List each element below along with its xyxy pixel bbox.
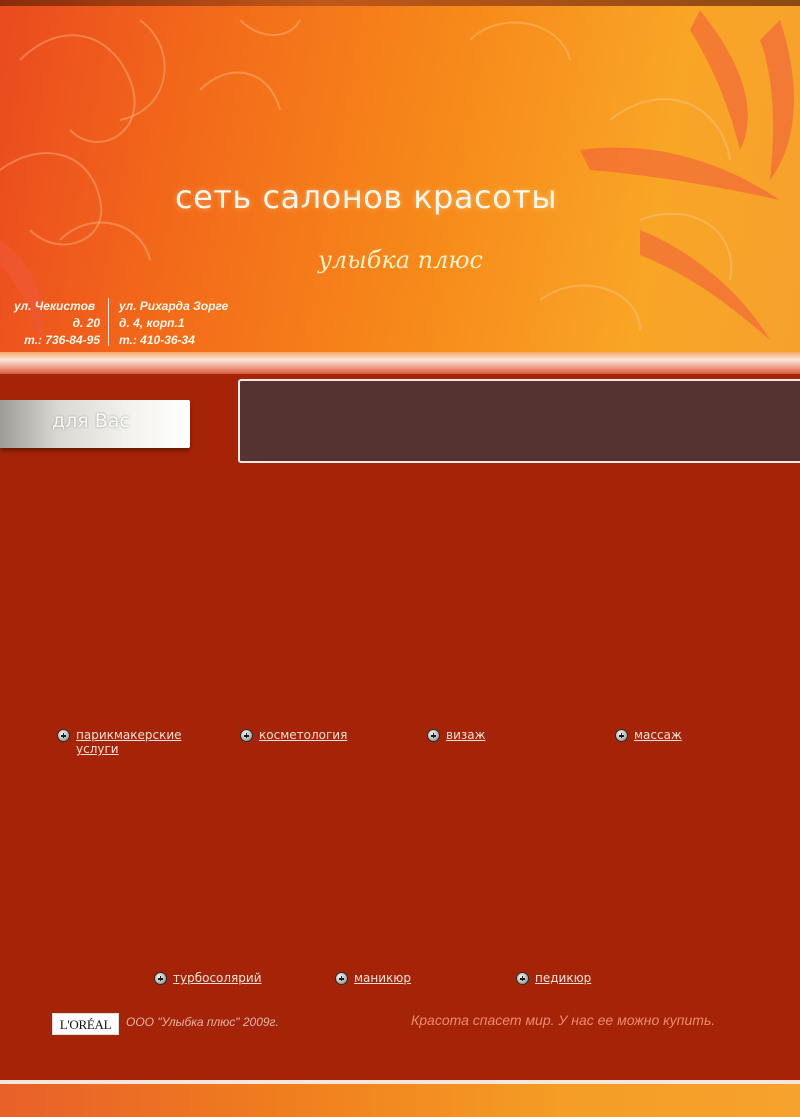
address-house: д. 4, корп.1	[119, 316, 185, 330]
footer-strip	[0, 1084, 800, 1117]
nav-cosmetology[interactable]: косметология	[259, 728, 347, 742]
plus-circle-icon[interactable]	[615, 729, 628, 742]
slogan-text: Красота спасет мир. У нас ее можно купит…	[411, 1012, 716, 1028]
nav-manicure[interactable]: маникюр	[354, 971, 411, 985]
address-street: ул. Чекистов	[14, 299, 96, 313]
nav-massage[interactable]: массаж	[634, 728, 682, 742]
address-house: д. 20	[72, 316, 100, 330]
header-banner: сеть салонов красоты улыбка плюс ул. Чек…	[0, 0, 800, 360]
loreal-logo[interactable]: L'ORÉAL	[52, 1013, 119, 1035]
address-zorge: ул. Рихарда Зорге д. 4, корп.1 т.: 410-3…	[119, 298, 259, 349]
nav-turbo-solarium[interactable]: турбосолярий	[173, 971, 262, 985]
nav-hairdressing[interactable]: парикмакерские услуги	[76, 728, 196, 756]
address-phone: т.: 736-84-95	[24, 333, 100, 347]
plus-circle-icon[interactable]	[57, 729, 70, 742]
header-glossy-band	[0, 352, 800, 374]
tab-for-you[interactable]: для Вас	[0, 400, 190, 448]
site-title: сеть салонов красоты	[175, 178, 558, 216]
address-phone: т.: 410-36-34	[119, 333, 195, 347]
plus-circle-icon[interactable]	[335, 972, 348, 985]
plus-circle-icon[interactable]	[240, 729, 253, 742]
tab-for-you-label: для Вас	[52, 410, 130, 432]
address-street: ул. Рихарда Зорге	[119, 299, 229, 313]
address-divider	[108, 298, 109, 346]
plus-circle-icon[interactable]	[516, 972, 529, 985]
site-subtitle: улыбка плюс	[318, 246, 483, 274]
copyright-text: ООО "Улыбка плюс" 2009г.	[126, 1015, 279, 1029]
address-chekistov: ул. Чекистов д. 20 т.: 736-84-95	[14, 298, 100, 349]
plus-circle-icon[interactable]	[154, 972, 167, 985]
plus-circle-icon[interactable]	[427, 729, 440, 742]
content-panel	[238, 379, 800, 463]
nav-pedicure[interactable]: педикюр	[535, 971, 591, 985]
nav-makeup[interactable]: визаж	[446, 728, 485, 742]
